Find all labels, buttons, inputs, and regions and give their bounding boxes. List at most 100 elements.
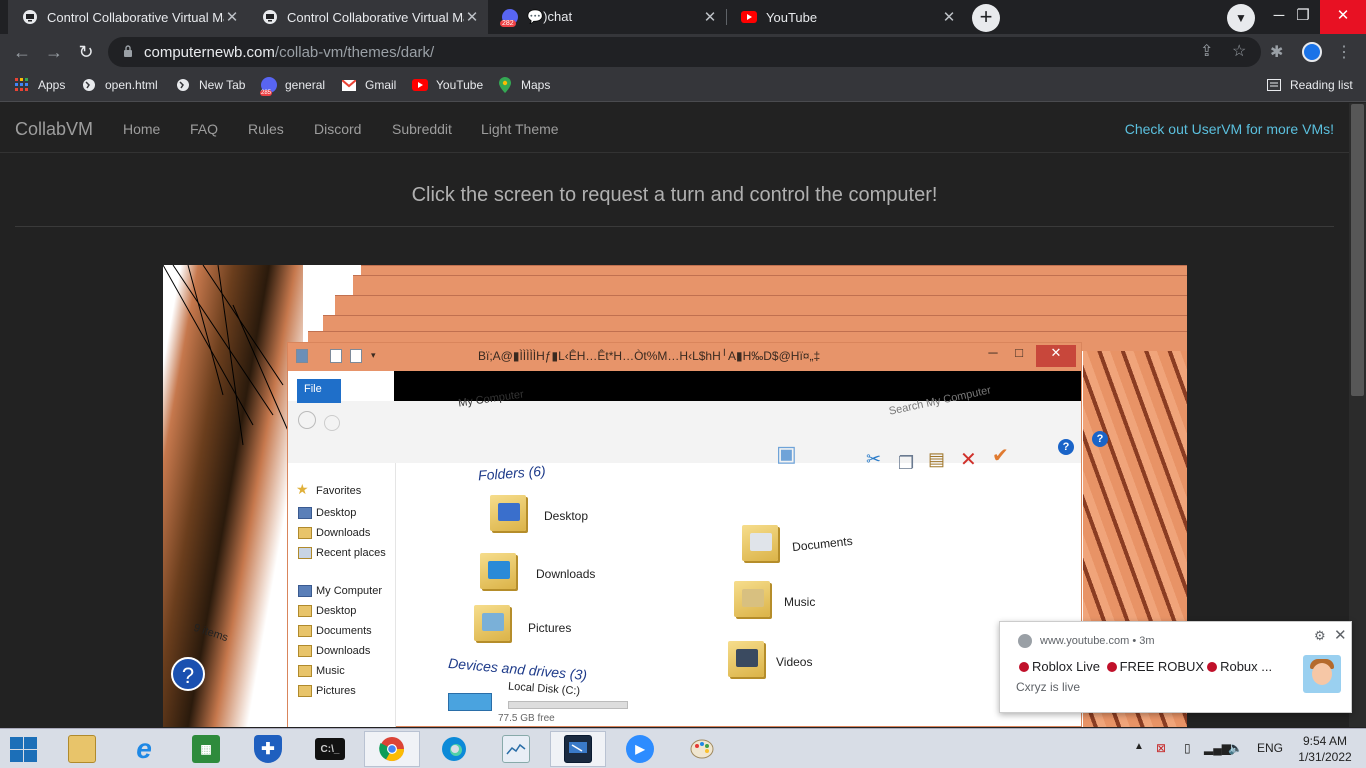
nav-home[interactable]: Home: [123, 121, 160, 137]
close-icon[interactable]: ✕: [1334, 626, 1347, 644]
taskbar-cmd[interactable]: C:\_: [302, 731, 358, 767]
explorer-title-bar[interactable]: ▾ Bï;A@▮ÌÌÌÌÌHƒ▮L‹ÊH…Êt*H…Òt%M…H‹L$hH╵A▮…: [288, 343, 1081, 371]
tab-chat[interactable]: 282 💬)chat ✕: [488, 0, 726, 34]
back-button[interactable]: ←: [10, 40, 34, 64]
bookmark-open-html[interactable]: open.html: [81, 77, 158, 93]
sidebar-downloads[interactable]: Downloads: [316, 527, 370, 539]
nav-light-theme[interactable]: Light Theme: [481, 121, 559, 137]
sidebar-recent-places[interactable]: Recent places: [316, 547, 386, 559]
tab-collabvm-1[interactable]: Control Collaborative Virtual Mac ✕: [8, 0, 248, 34]
taskbar-chrome[interactable]: [364, 731, 420, 767]
downloads-folder-icon[interactable]: [480, 553, 516, 589]
tab-collabvm-2[interactable]: Control Collaborative Virtual Mac ✕: [248, 0, 488, 34]
volume-icon[interactable]: 🔈: [1228, 741, 1243, 755]
gear-icon[interactable]: ⚙: [1314, 628, 1326, 644]
forward-button[interactable]: →: [42, 40, 66, 64]
folder-label-downloads[interactable]: Downloads: [536, 567, 595, 581]
tab-close-icon[interactable]: ✕: [464, 8, 480, 26]
nav-rules[interactable]: Rules: [248, 121, 284, 137]
taskbar-resource-monitor[interactable]: [488, 731, 544, 767]
vm-minimize-button[interactable]: ─: [980, 345, 1006, 367]
taskbar-store[interactable]: ▦: [178, 731, 234, 767]
disk-label[interactable]: Local Disk (C:): [508, 680, 581, 697]
sidebar-documents[interactable]: Documents: [316, 625, 372, 637]
bookmark-gmail[interactable]: Gmail: [341, 77, 396, 93]
sidebar-my-computer[interactable]: My Computer: [316, 585, 382, 597]
bookmark-youtube[interactable]: YouTube: [412, 77, 483, 93]
nav-subreddit[interactable]: Subreddit: [392, 121, 452, 137]
bookmark-apps[interactable]: Apps: [14, 77, 65, 93]
taskbar-internet-explorer[interactable]: e: [116, 731, 172, 767]
extensions-puzzle-icon[interactable]: ✱: [1270, 42, 1283, 62]
language-indicator[interactable]: ENG: [1257, 741, 1283, 755]
folder-label-desktop[interactable]: Desktop: [544, 509, 588, 523]
network-error-icon[interactable]: ⊠: [1156, 741, 1166, 755]
file-tab[interactable]: File: [297, 379, 341, 403]
documents-folder-icon[interactable]: [742, 525, 778, 561]
sidebar-desktop-2[interactable]: Desktop: [316, 605, 356, 617]
system-clock[interactable]: 9:54 AM 1/31/2022: [1290, 733, 1360, 765]
pictures-folder-icon[interactable]: [474, 605, 510, 641]
vm-close-button[interactable]: ✕: [1036, 345, 1076, 367]
site-brand[interactable]: CollabVM: [15, 119, 93, 140]
new-folder-icon[interactable]: [350, 349, 362, 363]
taskbar-remote-desktop[interactable]: [550, 731, 606, 767]
folder-label-music[interactable]: Music: [784, 595, 815, 609]
help-icon[interactable]: ?: [1092, 431, 1108, 447]
local-disk-icon[interactable]: [448, 693, 492, 711]
tab-close-icon[interactable]: ✕: [702, 8, 718, 26]
help-circle-icon[interactable]: ?: [171, 657, 205, 691]
bookmark-general[interactable]: 285 general: [260, 77, 325, 96]
taskbar-security[interactable]: ✚: [240, 731, 296, 767]
desktop-folder-icon[interactable]: [490, 495, 526, 531]
nav-uservm-link[interactable]: Check out UserVM for more VMs!: [1125, 121, 1334, 137]
sidebar-pictures[interactable]: Pictures: [316, 685, 356, 697]
signal-icon[interactable]: ▂▄▆: [1204, 741, 1231, 755]
profile-avatar[interactable]: [1302, 42, 1322, 62]
folder-label-documents[interactable]: Documents: [791, 534, 853, 554]
reading-list[interactable]: Reading list: [1266, 77, 1353, 93]
nav-back-circle-icon[interactable]: [298, 411, 316, 429]
tab-search-button[interactable]: ▼: [1227, 4, 1255, 32]
explorer-window[interactable]: ▾ Bï;A@▮ÌÌÌÌÌHƒ▮L‹ÊH…Êt*H…Òt%M…H‹L$hH╵A▮…: [287, 342, 1082, 727]
kebab-menu-icon[interactable]: ⋮: [1336, 42, 1352, 62]
page-scrollbar-thumb[interactable]: [1351, 104, 1364, 396]
ghost-title-bar: [335, 295, 1187, 315]
window-close-button[interactable]: ✕: [1320, 0, 1366, 34]
sidebar-music[interactable]: Music: [316, 665, 345, 677]
globe-icon: [175, 77, 191, 93]
youtube-notification[interactable]: www.youtube.com • 3m ⚙ ✕ Roblox Live FRE…: [999, 621, 1352, 713]
nav-forward-circle-icon[interactable]: [324, 415, 340, 431]
nav-discord[interactable]: Discord: [314, 121, 361, 137]
sidebar-favorites[interactable]: Favorites: [316, 485, 361, 497]
youtube-favicon-icon: [741, 9, 757, 25]
folder-label-videos[interactable]: Videos: [776, 655, 812, 669]
music-folder-icon[interactable]: [734, 581, 770, 617]
new-tab-button[interactable]: +: [972, 4, 1000, 32]
sidebar-desktop[interactable]: Desktop: [316, 507, 356, 519]
bookmark-maps[interactable]: Maps: [497, 77, 550, 93]
tray-chevron-up-icon[interactable]: ▲: [1134, 741, 1144, 752]
taskbar-paint[interactable]: [674, 731, 730, 767]
bookmark-star-icon[interactable]: ☆: [1232, 41, 1246, 61]
reload-button[interactable]: ↻: [74, 40, 98, 64]
share-icon[interactable]: ⇪: [1200, 41, 1213, 61]
tab-youtube[interactable]: YouTube ✕: [727, 0, 965, 34]
videos-folder-icon[interactable]: [728, 641, 764, 677]
minimize-icon: ─: [988, 345, 998, 360]
battery-icon[interactable]: ▯: [1184, 741, 1191, 755]
address-bar[interactable]: computernewb.com/collab-vm/themes/dark/: [108, 37, 1261, 67]
taskbar-edge[interactable]: [426, 731, 482, 767]
bookmark-new-tab[interactable]: New Tab: [175, 77, 245, 93]
tab-close-icon[interactable]: ✕: [224, 8, 240, 26]
start-button[interactable]: [8, 735, 38, 763]
tab-close-icon[interactable]: ✕: [941, 8, 957, 26]
properties-icon[interactable]: [330, 349, 342, 363]
folder-label-pictures[interactable]: Pictures: [528, 621, 571, 635]
taskbar-file-explorer[interactable]: [54, 731, 110, 767]
vm-maximize-button[interactable]: □: [1006, 345, 1032, 367]
taskbar-zoom[interactable]: ▶: [612, 731, 668, 767]
sidebar-downloads-2[interactable]: Downloads: [316, 645, 370, 657]
nav-faq[interactable]: FAQ: [190, 121, 218, 137]
qat-dropdown-icon[interactable]: ▾: [371, 350, 376, 361]
